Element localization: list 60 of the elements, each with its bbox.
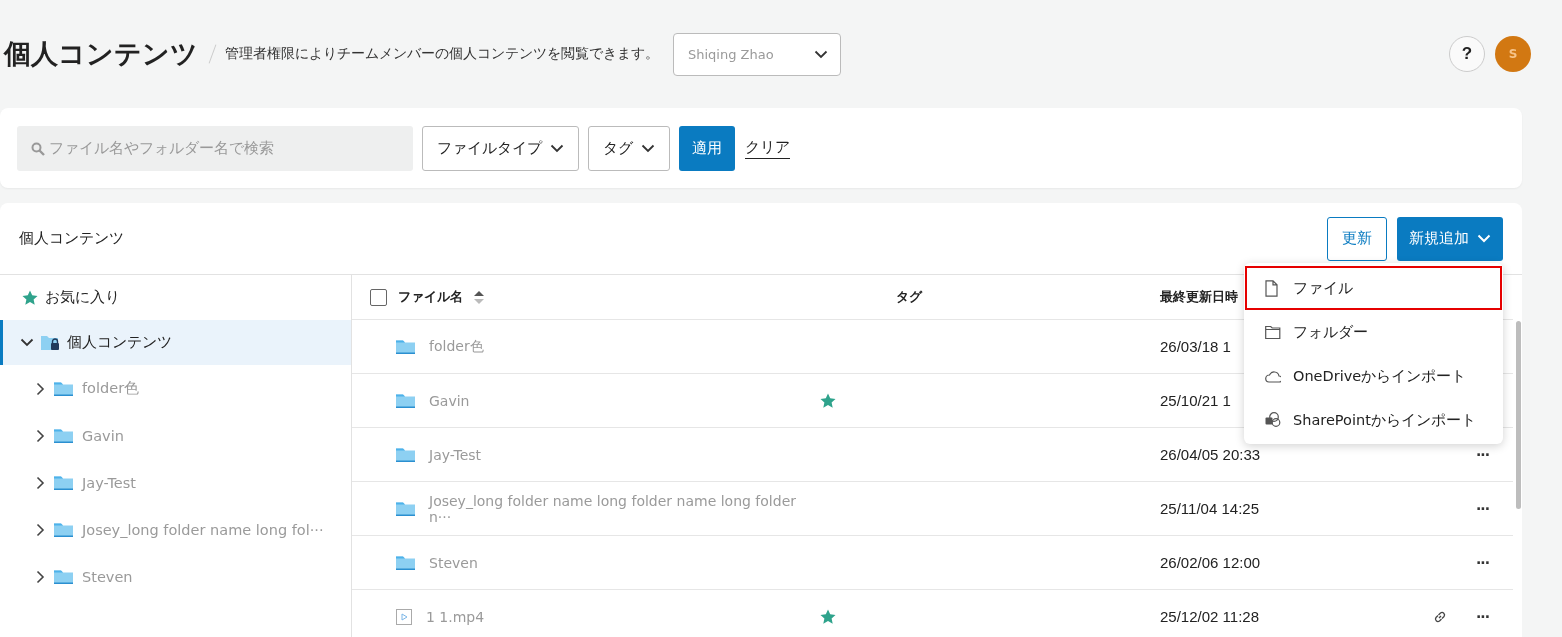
help-button[interactable]: ?	[1449, 36, 1485, 72]
sidebar-item[interactable]: お気に入り	[0, 275, 351, 320]
folder-icon	[54, 522, 73, 537]
folder-outline-icon	[1265, 323, 1281, 341]
folder-icon	[54, 475, 73, 490]
chevron-down-icon	[641, 143, 655, 153]
folder-icon	[396, 339, 415, 354]
column-header[interactable]: 最終更新日時	[1160, 288, 1238, 306]
chevron-right-icon[interactable]	[36, 522, 45, 537]
member-name: Shiqing Zhao	[688, 46, 774, 62]
chevron-down-icon	[1477, 234, 1491, 243]
date-text: 26/04/05 20:33	[1160, 446, 1261, 463]
date-text: 26/02/06 12:00	[1160, 554, 1261, 571]
table-row[interactable]: Steven 26/02/06 12:00 ···	[352, 536, 1513, 590]
panel-title: 個人コンテンツ	[19, 229, 124, 248]
chevron-right-icon[interactable]	[36, 381, 45, 396]
locked-folder-icon	[41, 334, 60, 351]
page-title: 個人コンテンツ	[4, 37, 198, 71]
table-row[interactable]: Josey_long folder name long folder name long folder n··· 25/11/04 14:25 ···	[352, 482, 1513, 536]
add-new-button[interactable]: 新規追加	[1397, 216, 1503, 261]
apply-button[interactable]: 適用	[679, 125, 735, 171]
sidebar-item[interactable]: 個人コンテンツ	[0, 320, 351, 365]
folder-icon	[54, 569, 73, 584]
tag-dropdown[interactable]: タグ	[588, 125, 670, 171]
column-header[interactable]: タグ	[896, 288, 922, 306]
star-icon	[22, 290, 38, 305]
folder-icon	[396, 501, 415, 516]
refresh-button[interactable]: 更新	[1327, 216, 1387, 261]
more-button[interactable]: ···	[1476, 500, 1489, 517]
folder-icon	[54, 381, 73, 396]
date-text: 25/10/21 1	[1160, 392, 1231, 409]
more-button[interactable]: ···	[1476, 608, 1489, 625]
folder-icon	[396, 447, 415, 462]
sharepoint-icon	[1265, 411, 1281, 429]
clear-link[interactable]: クリア	[745, 137, 790, 159]
date-text: 26/03/18 1	[1160, 338, 1231, 355]
chevron-right-icon[interactable]	[36, 428, 45, 443]
folder-icon	[54, 428, 73, 443]
page-description: 管理者権限によりチームメンバーの個人コンテンツを閲覧できます。	[225, 45, 659, 63]
table-row[interactable]: 1 1.mp4 25/12/02 11:28 ···	[352, 590, 1513, 637]
folder-icon	[396, 555, 415, 570]
file-icon	[1265, 279, 1281, 297]
chevron-down-icon	[20, 338, 34, 347]
more-button[interactable]: ···	[1476, 446, 1489, 463]
chevron-right-icon[interactable]	[36, 569, 45, 584]
file-type-dropdown[interactable]: ファイルタイプ	[422, 125, 579, 171]
search-field[interactable]: ファイル名やフォルダー名で検索	[17, 125, 413, 171]
date-text: 25/11/04 14:25	[1160, 500, 1259, 517]
chevron-right-icon[interactable]	[36, 475, 45, 490]
sort-icon[interactable]	[474, 290, 484, 304]
menu-item[interactable]: ファイル	[1245, 266, 1502, 310]
folder-icon	[396, 393, 415, 408]
chevron-down-icon	[550, 143, 564, 153]
column-header[interactable]: ファイル名	[398, 288, 463, 306]
date-text: 25/12/02 11:28	[1160, 608, 1259, 625]
chevron-down-icon	[814, 49, 828, 59]
scrollbar[interactable]	[1516, 321, 1521, 509]
more-button[interactable]: ···	[1476, 554, 1489, 571]
video-file-icon	[396, 608, 412, 625]
select-all-checkbox[interactable]	[370, 288, 387, 306]
